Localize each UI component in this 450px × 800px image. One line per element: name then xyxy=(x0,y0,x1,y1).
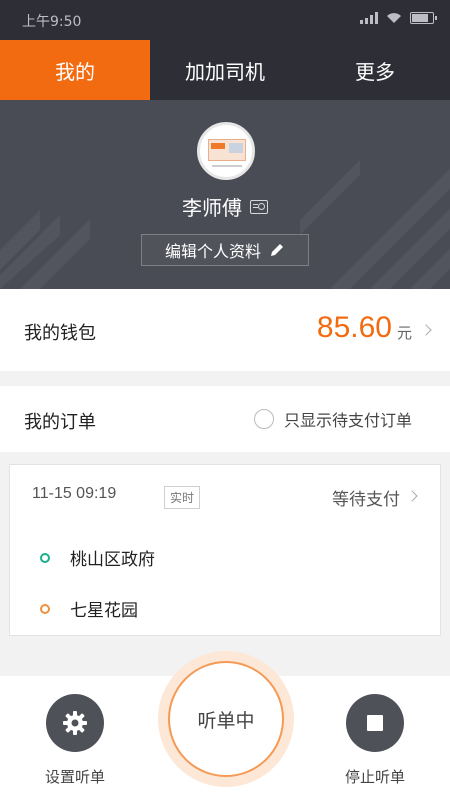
end-location: 七星花园 xyxy=(70,601,138,621)
edit-profile-button[interactable]: 编辑个人资料 xyxy=(141,234,309,266)
order-status: 等待支付 xyxy=(332,490,400,510)
status-bar: 上午9:50 xyxy=(0,0,450,40)
chevron-right-icon xyxy=(406,490,418,502)
wifi-icon xyxy=(387,13,401,23)
stop-icon xyxy=(367,715,383,731)
top-tabs: 我的 加加司机 更多 xyxy=(0,40,450,100)
pencil-icon xyxy=(271,244,283,256)
route-start: 桃山区政府 xyxy=(40,545,155,570)
gear-icon xyxy=(63,711,87,735)
unpaid-filter-toggle[interactable]: 只显示待支付订单 xyxy=(253,407,412,431)
listening-button[interactable]: 听单中 xyxy=(158,651,294,787)
tab-more[interactable]: 更多 xyxy=(300,40,450,100)
tab-jiajia-driver[interactable]: 加加司机 xyxy=(150,40,300,100)
id-card-icon xyxy=(250,199,268,214)
stop-listening-button[interactable] xyxy=(346,694,404,752)
wallet-unit: 元 xyxy=(396,324,412,342)
route-end: 七星花园 xyxy=(40,596,138,621)
wallet-amount: 85.60 xyxy=(316,311,392,344)
driver-name: 李师傅 xyxy=(182,196,242,220)
avatar-image xyxy=(208,139,246,161)
order-type-badge: 实时 xyxy=(164,486,201,509)
battery-icon xyxy=(410,12,437,24)
orders-label: 我的订单 xyxy=(24,412,96,433)
start-dot-icon xyxy=(40,552,50,563)
status-time: 上午9:50 xyxy=(22,14,82,30)
chevron-right-icon xyxy=(420,324,432,336)
listen-settings-button[interactable] xyxy=(46,694,104,752)
listen-settings-label: 设置听单 xyxy=(44,768,105,786)
wallet-label: 我的钱包 xyxy=(24,323,96,344)
profile-header: 李师傅 编辑个人资料 xyxy=(0,100,450,289)
edit-profile-label: 编辑个人资料 xyxy=(164,242,261,261)
wallet-row[interactable]: 我的钱包 85.60 元 xyxy=(0,289,450,371)
listening-button-inner: 听单中 xyxy=(168,661,284,777)
order-card[interactable]: 11-15 09:19 实时 等待支付 桃山区政府 七星花园 xyxy=(9,464,441,636)
unpaid-filter-label: 只显示待支付订单 xyxy=(283,411,412,430)
stop-listening-label: 停止听单 xyxy=(344,768,405,786)
status-icons xyxy=(360,12,437,24)
orders-header: 我的订单 只显示待支付订单 xyxy=(0,386,450,452)
order-time: 11-15 09:19 xyxy=(32,485,117,502)
end-dot-icon xyxy=(40,603,50,614)
signal-icon xyxy=(360,12,378,24)
avatar[interactable] xyxy=(197,122,255,180)
tab-mine[interactable]: 我的 xyxy=(0,40,150,100)
listening-label: 听单中 xyxy=(197,709,255,732)
radio-icon[interactable] xyxy=(253,409,274,429)
driver-name-row: 李师傅 xyxy=(0,192,450,221)
start-location: 桃山区政府 xyxy=(70,550,155,570)
